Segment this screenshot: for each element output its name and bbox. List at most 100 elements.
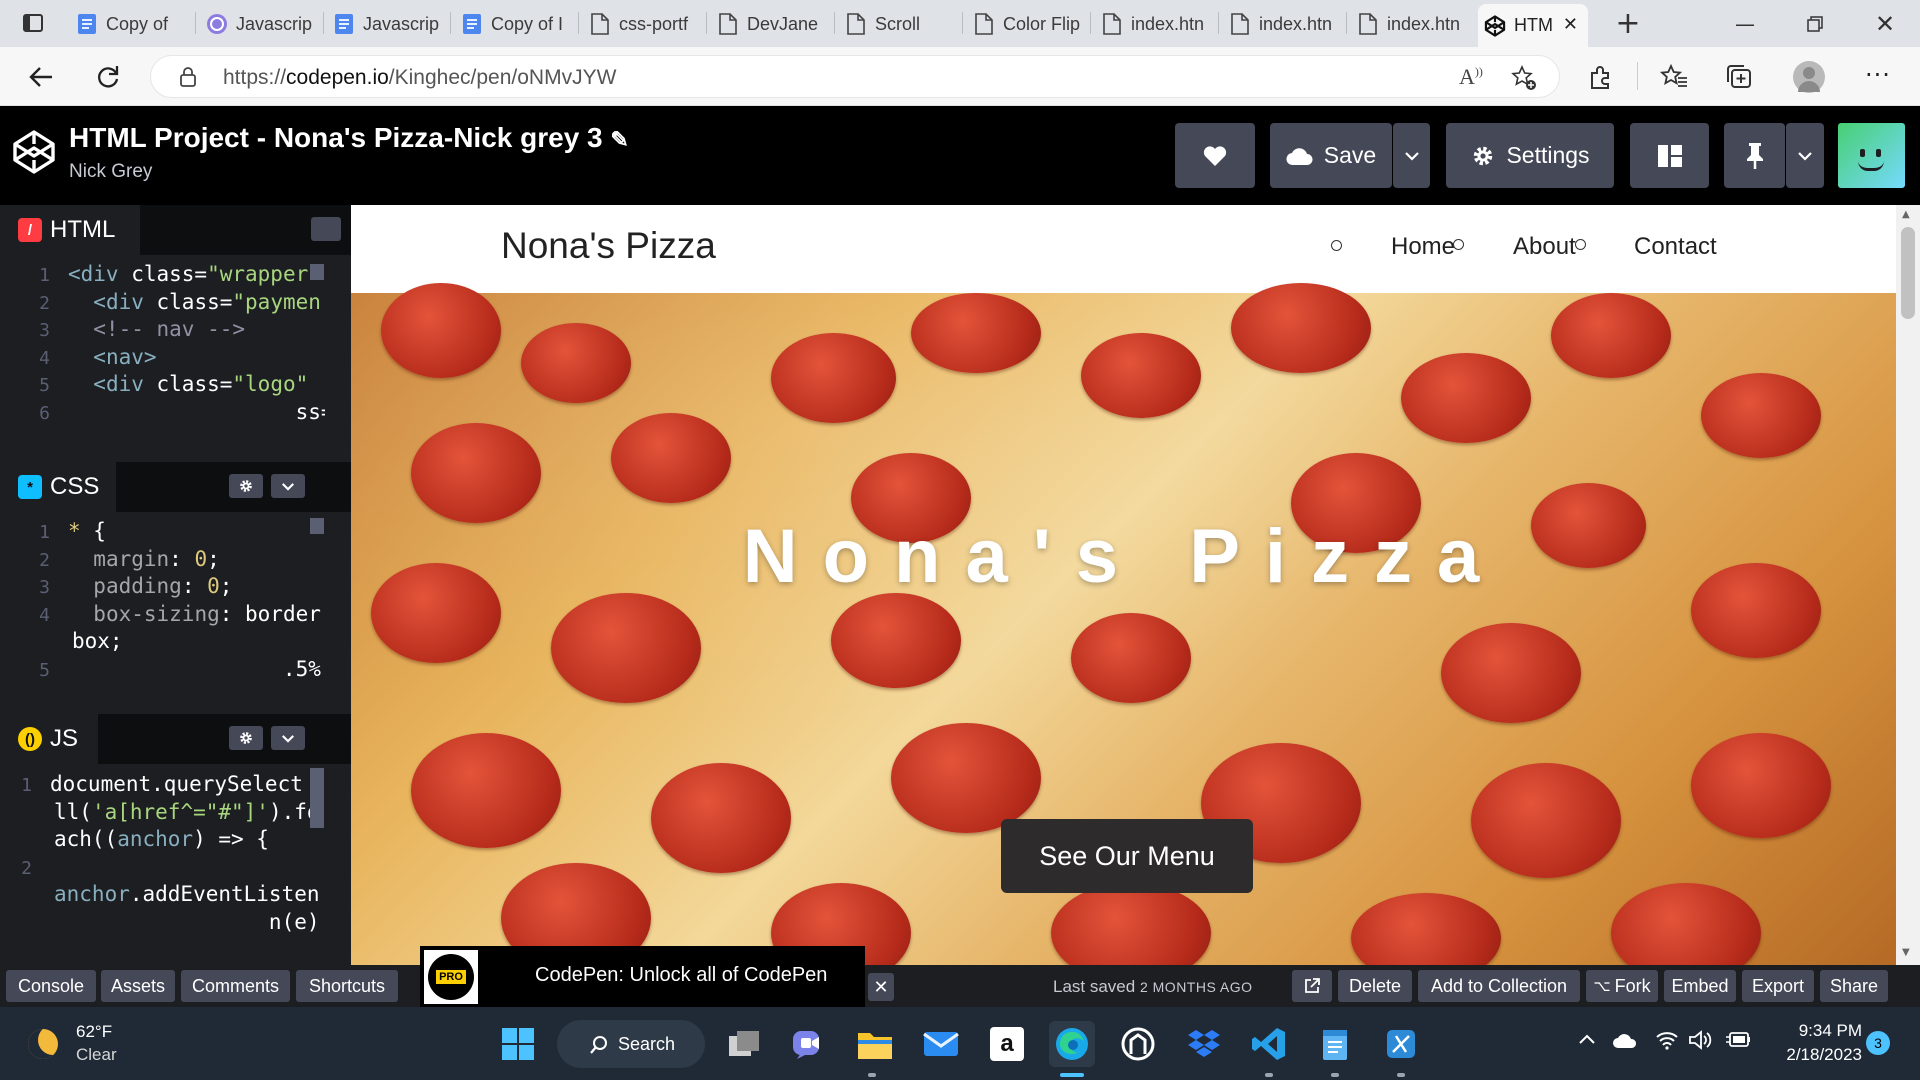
edit-pencil-icon[interactable]: ✎ [610,127,628,152]
mail-icon[interactable] [918,1021,964,1067]
dropbox-icon[interactable] [1181,1021,1227,1067]
pin-dropdown-button[interactable] [1786,123,1824,188]
clock[interactable]: 9:34 PM 2/18/2023 [1772,1019,1862,1067]
nav-home-link[interactable]: Home [1391,233,1455,261]
battery-icon[interactable] [1725,1031,1751,1053]
add-to-collection-button[interactable]: Add to Collection [1418,970,1580,1002]
back-icon[interactable] [28,65,54,89]
snipping-tool-icon[interactable] [1378,1021,1424,1067]
restore-button[interactable] [1785,0,1845,47]
user-avatar[interactable] [1838,123,1905,188]
html-editor-settings-button[interactable] [311,217,341,241]
settings-button[interactable]: Settings [1446,123,1614,188]
browser-tab[interactable]: Javascrip [327,8,447,40]
tab-actions-icon[interactable] [22,12,44,34]
browser-tab[interactable]: Copy of [70,8,192,40]
open-external-button[interactable] [1292,970,1332,1002]
browser-tab[interactable]: Copy of I [455,8,575,40]
collections-icon[interactable] [1725,64,1753,90]
css-scrollbar[interactable] [310,518,324,534]
fork-button[interactable]: ⌥ Fork [1586,970,1658,1002]
scroll-thumb[interactable] [1901,227,1915,319]
save-button[interactable]: Save [1270,123,1392,188]
codepen-logo-icon[interactable] [11,129,57,175]
css-collapse-button[interactable] [271,474,305,498]
embed-button[interactable]: Embed [1664,970,1736,1002]
js-editor-tab[interactable]: () JS [0,714,98,764]
js-collapse-button[interactable] [271,726,305,750]
lock-icon[interactable] [179,67,197,87]
like-button[interactable] [1175,123,1255,188]
nav-contact-link[interactable]: Contact [1634,233,1717,261]
site-logo[interactable]: Nona's Pizza [501,225,716,267]
scroll-down-arrow-icon[interactable]: ▼ [1902,947,1910,958]
js-settings-button[interactable] [229,726,263,750]
github-desktop-icon[interactable] [1115,1021,1161,1067]
profile-avatar[interactable] [1793,61,1825,93]
volume-icon[interactable] [1688,1030,1712,1054]
favorite-add-icon[interactable] [1511,65,1537,91]
js-code-area[interactable]: 1 document.querySelect ll('a[href^="#"]').… [0,772,325,965]
browser-tab[interactable]: HTM ✕ [1478,4,1588,47]
minimize-button[interactable]: — [1715,0,1775,47]
change-view-button[interactable] [1630,123,1709,188]
js-scrollbar[interactable] [310,768,324,828]
close-tab-icon[interactable]: ✕ [1563,14,1578,35]
wifi-icon[interactable] [1655,1030,1679,1054]
save-dropdown-button[interactable] [1393,123,1430,188]
vscode-icon[interactable] [1246,1021,1292,1067]
browser-tab[interactable]: Color Flip [967,8,1087,40]
pen-author[interactable]: Nick Grey [69,161,152,183]
browser-tab[interactable]: css-portf [583,8,703,40]
notepad-icon[interactable] [1312,1021,1358,1067]
new-tab-button[interactable]: + [1598,0,1658,47]
read-aloud-icon[interactable]: A)) [1459,64,1483,90]
start-button[interactable] [495,1021,541,1067]
export-button[interactable]: Export [1742,970,1814,1002]
amazon-icon[interactable]: a [984,1021,1030,1067]
onedrive-icon[interactable] [1612,1033,1638,1053]
edge-browser-icon[interactable] [1049,1021,1095,1067]
extensions-icon[interactable] [1588,64,1614,90]
browser-tab[interactable]: index.htn [1095,8,1215,40]
assets-button[interactable]: Assets [101,970,175,1002]
browser-tab[interactable]: Javascrip [200,8,320,40]
console-button[interactable]: Console [6,970,96,1002]
pin-button[interactable] [1724,123,1785,188]
browser-tab[interactable]: DevJane [711,8,831,40]
tray-chevron-icon[interactable] [1578,1029,1596,1050]
browser-tab[interactable]: index.htn [1223,8,1343,40]
js-badge-icon: () [18,727,42,751]
see-menu-button[interactable]: See Our Menu [1001,819,1253,893]
refresh-icon[interactable] [95,64,121,90]
shortcuts-button[interactable]: Shortcuts [296,970,398,1002]
file-explorer-icon[interactable] [852,1021,898,1067]
teams-chat-icon[interactable] [786,1021,832,1067]
css-code-area[interactable]: 1 * {2 margin: 0; 3 padding: 0; 4 box-sizin… [0,519,325,712]
more-options-icon[interactable]: ··· [1865,61,1891,89]
comments-button[interactable]: Comments [181,970,290,1002]
nav-about-link[interactable]: About [1513,233,1576,261]
weather-widget[interactable]: 62°F Clear [28,1021,138,1067]
pro-promo-banner[interactable]: PRO CodePen: Unlock all of CodePen [420,946,865,1007]
html-editor-tab[interactable]: / HTML [0,205,140,255]
css-editor-tab[interactable]: * CSS [0,462,116,512]
pen-title[interactable]: HTML Project - Nona's Pizza-Nick grey 3 … [69,122,629,154]
preview-scrollbar[interactable]: ▲ ▼ [1896,205,1920,965]
notification-badge[interactable]: 3 [1866,1031,1890,1055]
page-icon [589,13,611,35]
html-scrollbar[interactable] [310,264,324,280]
task-view-icon[interactable] [721,1021,767,1067]
favorites-icon[interactable] [1660,64,1688,90]
css-settings-button[interactable] [229,474,263,498]
browser-tab[interactable]: Scroll [839,8,959,40]
html-code-area[interactable]: 1 <div class="wrapper" 2 <div class="payme… [0,262,325,462]
close-window-button[interactable]: ✕ [1855,0,1915,47]
browser-tab[interactable]: index.htn [1351,8,1471,40]
close-promo-button[interactable]: ✕ [868,973,894,1001]
scroll-up-arrow-icon[interactable]: ▲ [1902,209,1910,220]
url-field[interactable]: https://codepen.io/Kinghec/pen/oNMvJYW A… [150,55,1560,98]
delete-button[interactable]: Delete [1338,970,1412,1002]
share-button[interactable]: Share [1820,970,1888,1002]
taskbar-search[interactable]: Search [557,1020,705,1068]
